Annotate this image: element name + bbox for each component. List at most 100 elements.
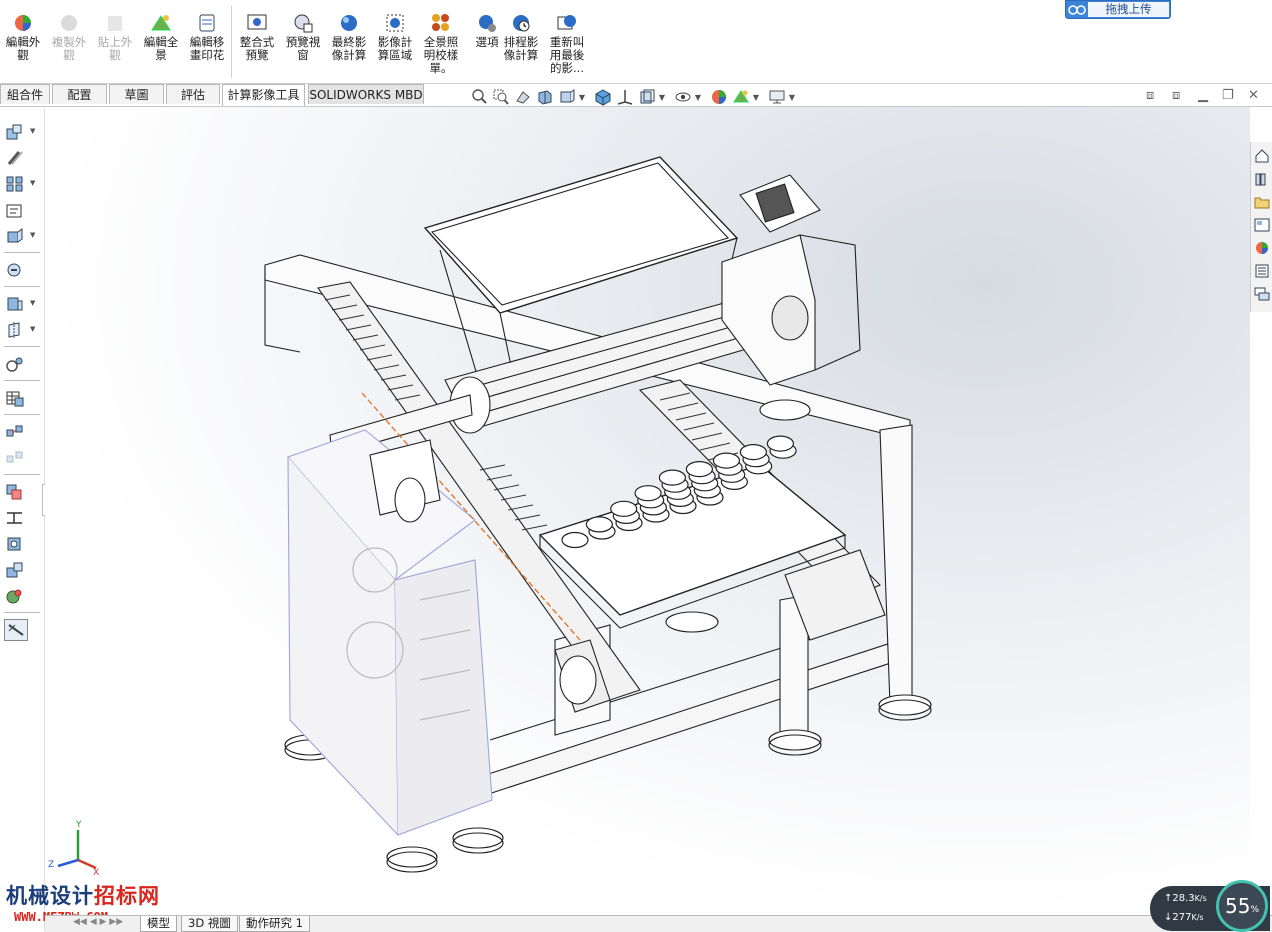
memory-usage-value: 55 [1224,894,1251,918]
tab-solidworks-mbd[interactable]: SOLIDWORKS MBD [308,84,424,104]
file-explorer-icon[interactable] [1253,192,1271,212]
render-region-button[interactable]: 影像計 算區域 [372,12,418,62]
custom-properties-icon[interactable] [1253,261,1271,281]
tab-evaluate[interactable]: 評估 [166,84,220,104]
instant3d-icon[interactable] [4,619,28,641]
chevron-down-icon[interactable]: ▼ [30,179,35,187]
toolbar-separator [4,286,40,287]
zoom-to-area-icon[interactable] [490,88,512,106]
tab-assembly[interactable]: 組合件 [0,84,50,104]
ribbon-separator [231,6,232,78]
graphics-area[interactable] [45,107,1250,917]
paste-appearance-button[interactable]: 貼上外 觀 [92,12,138,62]
final-render-button[interactable]: 最終影 像計算 [326,12,372,62]
edit-scene-icon [150,12,172,34]
edit-scene-button[interactable]: 編輯全 景 [138,12,184,62]
solidworks-resources-icon[interactable] [1253,146,1271,166]
hide-show-items-icon[interactable] [672,88,694,106]
tab-model[interactable]: 模型 [140,916,177,932]
appearances-scenes-icon[interactable] [1253,238,1271,258]
copy-appearance-button[interactable]: 複製外 觀 [46,12,92,62]
zoom-to-fit-icon[interactable] [468,88,490,106]
new-motion-study-icon[interactable] [4,354,26,374]
tab-3d-views[interactable]: 3D 視圖 [181,916,238,932]
chevron-down-icon[interactable]: ▼ [658,88,666,106]
chevron-down-icon[interactable]: ▼ [578,88,586,106]
recall-last-render-button[interactable]: 重新叫 用最後 的影... [544,12,590,75]
view-settings-icon[interactable] [766,88,788,106]
mass-properties-icon[interactable] [4,586,26,606]
reference-geometry-icon[interactable] [4,320,26,340]
chevron-down-icon[interactable]: ▼ [694,88,702,106]
display-style-icon[interactable] [636,88,658,106]
illumination-proof-button[interactable]: 全景照 明校樣 單。 [418,12,464,75]
measure-icon[interactable] [4,560,26,580]
apply-scene-icon[interactable] [730,88,752,106]
tray-hole [585,516,613,533]
final-render-icon [338,12,360,34]
edit-decal-icon [196,12,218,34]
edit-decal-button[interactable]: 編輯移 畫印花 [184,12,230,62]
bill-of-materials-icon[interactable] [4,388,26,408]
integrated-preview-button[interactable]: 整合式 預覽 [234,12,280,62]
chevron-down-icon[interactable]: ▼ [30,127,35,135]
minimize-icon[interactable]: ▁ [1198,88,1208,103]
chevron-down-icon[interactable]: ▼ [30,299,35,307]
exploded-view-icon[interactable] [4,422,26,442]
previous-view-icon[interactable] [512,88,534,106]
chevron-down-icon[interactable]: ▼ [30,325,35,333]
chevron-down-icon[interactable]: ▼ [752,88,760,106]
hole-alignment-icon[interactable] [4,534,26,554]
linear-component-pattern-icon[interactable] [4,174,26,194]
network-speed-widget[interactable]: ↑28.3K/s ↓277K/s 55% [1150,880,1270,932]
drag-upload-button[interactable]: 拖拽上传 [1065,0,1171,19]
move-component-icon[interactable] [4,226,26,246]
download-speed-unit: K/s [1191,913,1204,922]
toolbar-separator [4,346,40,347]
assembly-features-icon[interactable] [4,294,26,314]
design-library-icon[interactable] [1253,169,1271,189]
chevron-down-icon[interactable]: ▼ [30,231,35,239]
tab-sketch[interactable]: 草圖 [109,84,164,104]
tab-scroll-arrows-icon[interactable]: ◀◀ ◀ ▶ ▶▶ [73,917,123,927]
forum-icon[interactable] [1253,284,1271,304]
interference-detection-icon[interactable] [4,482,26,502]
view-triad-icon[interactable] [614,88,636,106]
insert-component-icon[interactable] [4,122,26,142]
close-icon[interactable]: ✕ [1248,88,1259,103]
dynamic-annotation-icon[interactable] [556,88,578,106]
toolbar-separator [4,474,40,475]
edit-appearance-button[interactable]: 編輯外 觀 [0,12,46,62]
preview-window-button[interactable]: 預覽視 窗 [280,12,326,62]
tab-render-tools[interactable]: 計算影像工具 [222,84,305,106]
mate-icon[interactable] [4,148,26,168]
tile-right-icon[interactable]: ⧈ [1172,88,1180,103]
restore-icon[interactable]: ❐ [1222,88,1234,103]
memory-usage-ring: 55% [1216,880,1268,932]
options-icon [476,12,498,34]
chevron-down-icon[interactable]: ▼ [788,88,796,106]
tray-hole [561,531,589,549]
illumination-proof-icon [430,12,452,34]
ribbon-button-label: 影像計 算區域 [377,35,413,62]
smart-fasteners-icon[interactable] [4,201,26,221]
tile-left-icon[interactable]: ⧈ [1146,88,1154,103]
view-palette-icon[interactable] [1253,215,1271,235]
heads-up-view-toolbar: ▼ ▼ ▼ ▼ ▼ [468,88,796,106]
edit-appearance-icon[interactable] [708,88,730,106]
upload-speed-unit: K/s [1194,894,1207,903]
edit-appearance-icon [12,12,34,34]
explode-line-sketch-icon[interactable] [4,448,26,468]
toolbar-separator [4,380,40,381]
show-hidden-components-icon[interactable] [4,260,26,280]
schedule-render-button[interactable]: 排程影 像計算 [498,12,544,62]
clearance-verification-icon[interactable] [4,508,26,528]
view-orientation-icon[interactable] [592,88,614,106]
section-view-icon[interactable] [534,88,556,106]
drag-upload-label: 拖拽上传 [1088,2,1169,17]
toolbar-separator [4,252,40,253]
tab-motion-study[interactable]: 動作研究 1 [239,916,310,932]
tab-configuration[interactable]: 配置 [52,84,107,104]
memory-usage-unit: % [1250,905,1259,915]
tray-hole [658,469,687,486]
